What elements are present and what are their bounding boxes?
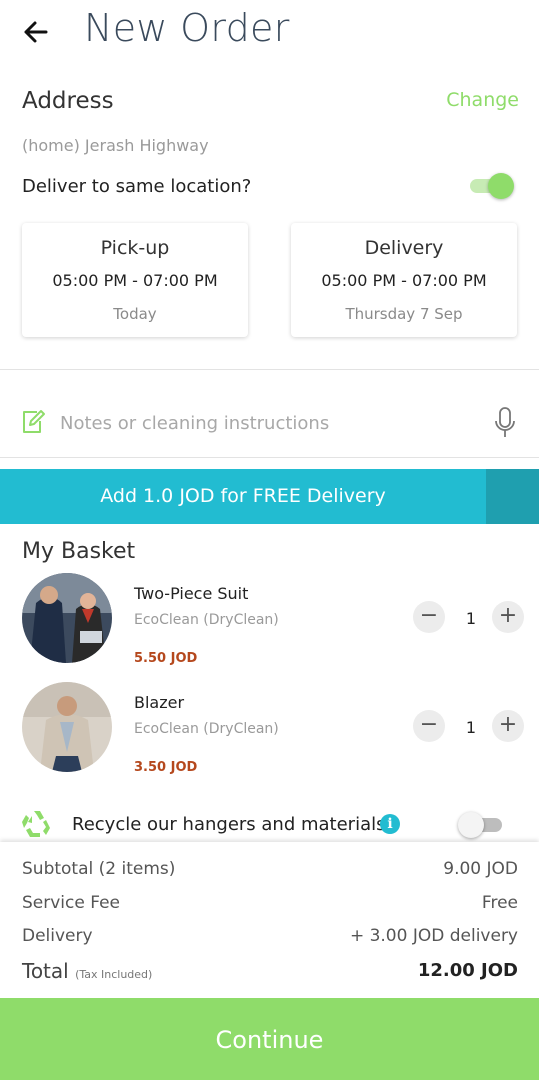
order-summary: Subtotal (2 items) 9.00 JOD Service Fee … xyxy=(0,842,539,998)
service-fee-value: Free xyxy=(481,893,518,913)
item-price: 3.50 JOD xyxy=(134,760,198,775)
delivery-card[interactable]: Delivery 05:00 PM - 07:00 PM Thursday 7 … xyxy=(291,223,517,337)
edit-note-icon xyxy=(20,408,46,436)
address-label: Address xyxy=(22,88,114,114)
recycle-label: Recycle our hangers and materials xyxy=(72,814,386,835)
decrease-quantity-button[interactable]: − xyxy=(413,710,445,742)
item-name: Blazer xyxy=(134,693,185,712)
toggle-knob xyxy=(488,173,514,199)
change-address-link[interactable]: Change xyxy=(446,89,519,111)
delivery-fee-value: + 3.00 JOD delivery xyxy=(349,926,518,946)
pickup-title: Pick-up xyxy=(100,237,170,259)
tax-note: (Tax Included) xyxy=(75,968,153,981)
decrease-quantity-button[interactable]: − xyxy=(413,601,445,633)
banner-end-block xyxy=(486,469,539,524)
toggle-knob xyxy=(458,812,484,838)
free-delivery-banner[interactable]: Add 1.0 JOD for FREE Delivery xyxy=(0,469,539,524)
pickup-day: Today xyxy=(113,305,157,323)
divider xyxy=(0,369,539,370)
total-label-row: Total (Tax Included) xyxy=(22,959,152,983)
increase-quantity-button[interactable]: + xyxy=(492,710,524,742)
pickup-card[interactable]: Pick-up 05:00 PM - 07:00 PM Today xyxy=(22,223,248,337)
item-name: Two-Piece Suit xyxy=(134,584,249,603)
pickup-time: 05:00 PM - 07:00 PM xyxy=(52,271,218,290)
delivery-fee-label: Delivery xyxy=(22,926,93,946)
same-location-label: Deliver to same location? xyxy=(22,176,252,197)
delivery-day: Thursday 7 Sep xyxy=(345,305,463,323)
basket-title: My Basket xyxy=(22,539,136,564)
item-provider: EcoClean (DryClean) xyxy=(134,612,279,628)
subtotal-value: 9.00 JOD xyxy=(443,859,518,879)
item-image-suit xyxy=(22,573,112,663)
microphone-icon[interactable] xyxy=(494,406,516,440)
delivery-title: Delivery xyxy=(364,237,444,259)
address-value: (home) Jerash Highway xyxy=(22,136,209,155)
total-label: Total xyxy=(22,959,69,983)
banner-text: Add 1.0 JOD for FREE Delivery xyxy=(100,485,386,507)
divider xyxy=(0,457,539,458)
item-quantity: 1 xyxy=(465,609,477,628)
item-image-blazer xyxy=(22,682,112,772)
continue-button[interactable]: Continue xyxy=(0,998,539,1080)
back-arrow-icon[interactable] xyxy=(18,14,54,50)
subtotal-label: Subtotal (2 items) xyxy=(22,859,176,879)
item-price: 5.50 JOD xyxy=(134,651,198,666)
total-value: 12.00 JOD xyxy=(417,960,518,981)
same-location-toggle[interactable] xyxy=(470,173,514,199)
notes-input[interactable] xyxy=(60,405,480,441)
item-quantity: 1 xyxy=(465,718,477,737)
increase-quantity-button[interactable]: + xyxy=(492,601,524,633)
recycle-toggle[interactable] xyxy=(458,812,504,838)
info-icon[interactable]: i xyxy=(380,814,400,834)
page-title: New Order xyxy=(84,6,290,50)
service-fee-label: Service Fee xyxy=(22,893,120,913)
delivery-time: 05:00 PM - 07:00 PM xyxy=(321,271,487,290)
item-provider: EcoClean (DryClean) xyxy=(134,721,279,737)
recycle-icon xyxy=(20,808,54,840)
